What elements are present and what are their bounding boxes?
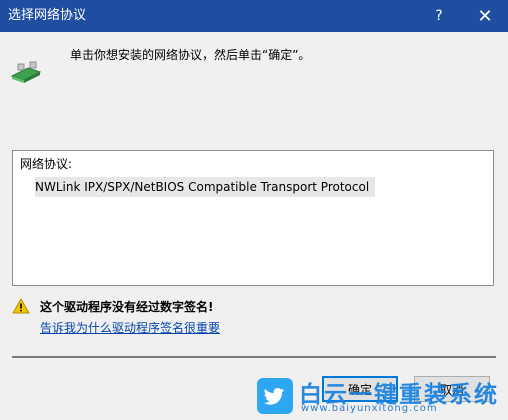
help-button[interactable]: ? [416,0,462,32]
warning-text: 这个驱动程序没有经过数字签名! [40,300,214,314]
network-protocol-icon [10,61,42,83]
close-icon: ✕ [477,5,493,27]
driver-signing-link[interactable]: 告诉我为什么驱动程序签名很重要 [40,319,220,336]
twitter-bird-logo-icon [257,378,293,414]
close-button[interactable]: ✕ [462,0,508,32]
protocol-list-label: 网络协议: [20,157,73,171]
help-icon: ? [435,8,443,24]
title-bar: 选择网络协议 ? ✕ [0,0,508,32]
divider [12,356,496,358]
protocol-list[interactable]: 网络协议: NWLink IPX/SPX/NetBIOS Compatible … [12,150,494,286]
window-title: 选择网络协议 [8,8,87,23]
warning-icon [12,298,30,314]
watermark-url: www.baiyunxitong.com [301,403,438,414]
cancel-button[interactable]: 取消 [414,376,490,402]
ok-button[interactable]: 确定 [322,376,398,402]
list-item[interactable]: NWLink IPX/SPX/NetBIOS Compatible Transp… [35,177,376,197]
instruction-text: 单击你想安装的网络协议，然后单击“确定”。 [70,48,311,62]
